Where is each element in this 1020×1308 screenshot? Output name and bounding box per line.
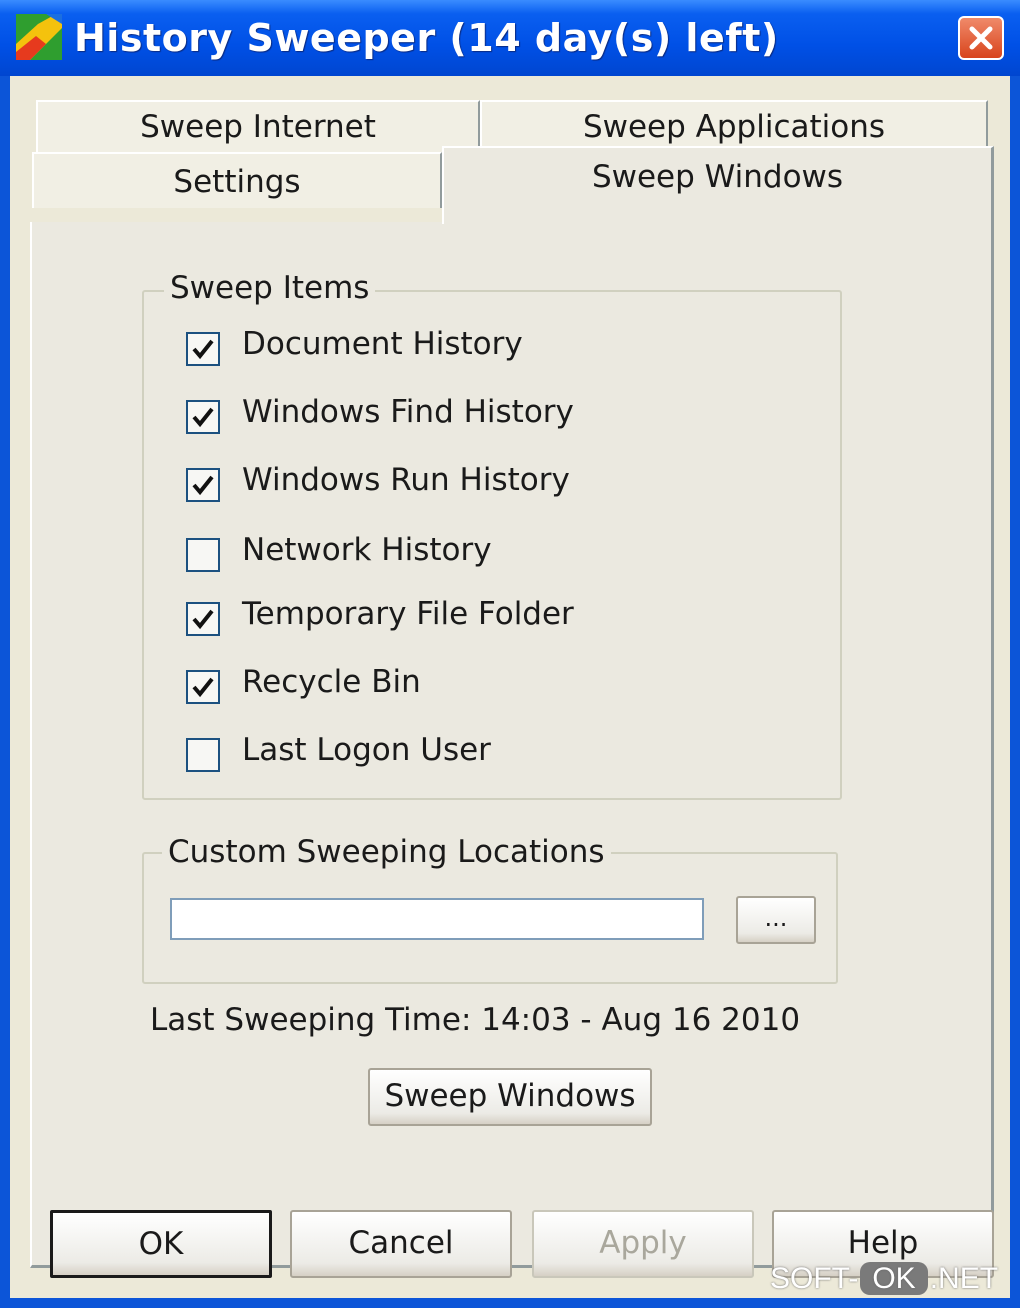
cancel-button[interactable]: Cancel (290, 1210, 512, 1278)
dialog-client-area: Sweep Internet Sweep Applications Settin… (10, 76, 1010, 1298)
watermark-right: .NET (929, 1262, 999, 1295)
dialog-window: History Sweeper (14 day(s) left) Sweep I… (0, 0, 1020, 1308)
checkbox-label: Windows Find History (242, 394, 574, 430)
close-icon (969, 26, 993, 50)
checkmark-icon (192, 339, 214, 360)
temporary-file-folder-checkbox[interactable] (186, 602, 220, 636)
checkmark-icon (192, 407, 214, 428)
windows-run-history-checkbox[interactable] (186, 468, 220, 502)
sweep-windows-button-label: Sweep Windows (384, 1078, 636, 1114)
tab-settings[interactable]: Settings (32, 152, 442, 208)
windows-find-history-checkbox[interactable] (186, 400, 220, 434)
watermark-mid: OK (860, 1262, 928, 1295)
browse-button[interactable]: ... (736, 896, 816, 944)
last-sweeping-time: Last Sweeping Time: 14:03 - Aug 16 2010 (150, 1002, 801, 1038)
app-icon (16, 14, 62, 60)
document-history-checkbox[interactable] (186, 332, 220, 366)
window-title: History Sweeper (14 day(s) left) (74, 16, 779, 60)
tab-label: Settings (173, 164, 301, 200)
checkbox-label: Network History (242, 532, 492, 568)
tab-label: Sweep Applications (582, 109, 886, 145)
ok-button[interactable]: OK (50, 1210, 272, 1278)
tab-sweep-applications[interactable]: Sweep Applications (480, 100, 988, 152)
help-button-label: Help (847, 1225, 919, 1261)
tab-label: Sweep Windows (591, 159, 844, 195)
network-history-checkbox[interactable] (186, 538, 220, 572)
checkmark-icon (192, 677, 214, 698)
checkbox-label: Document History (242, 326, 523, 362)
tab-label: Sweep Internet (140, 109, 376, 145)
cancel-button-label: Cancel (348, 1225, 454, 1261)
sweep-items-label: Sweep Items (164, 270, 376, 306)
custom-location-input[interactable] (170, 898, 704, 940)
watermark-left: SOFT- (770, 1262, 859, 1295)
apply-button[interactable]: Apply (532, 1210, 754, 1278)
checkmark-icon (192, 609, 214, 630)
ok-button-label: OK (138, 1226, 184, 1262)
sweep-windows-button[interactable]: Sweep Windows (368, 1068, 652, 1126)
checkmark-icon (192, 475, 214, 496)
tab-sweep-internet[interactable]: Sweep Internet (36, 100, 480, 152)
recycle-bin-checkbox[interactable] (186, 670, 220, 704)
checkbox-label: Windows Run History (242, 462, 570, 498)
checkbox-label: Last Logon User (242, 732, 491, 768)
apply-button-label: Apply (599, 1225, 687, 1261)
last-logon-user-checkbox[interactable] (186, 738, 220, 772)
watermark: SOFT- OK .NET (770, 1262, 998, 1296)
close-button[interactable] (958, 16, 1004, 60)
title-bar[interactable]: History Sweeper (14 day(s) left) (0, 0, 1020, 76)
tab-sweep-windows[interactable]: Sweep Windows (442, 146, 994, 224)
custom-locations-label: Custom Sweeping Locations (162, 834, 611, 870)
checkbox-label: Temporary File Folder (242, 596, 574, 632)
checkbox-label: Recycle Bin (242, 664, 421, 700)
browse-button-label: ... (764, 904, 788, 932)
